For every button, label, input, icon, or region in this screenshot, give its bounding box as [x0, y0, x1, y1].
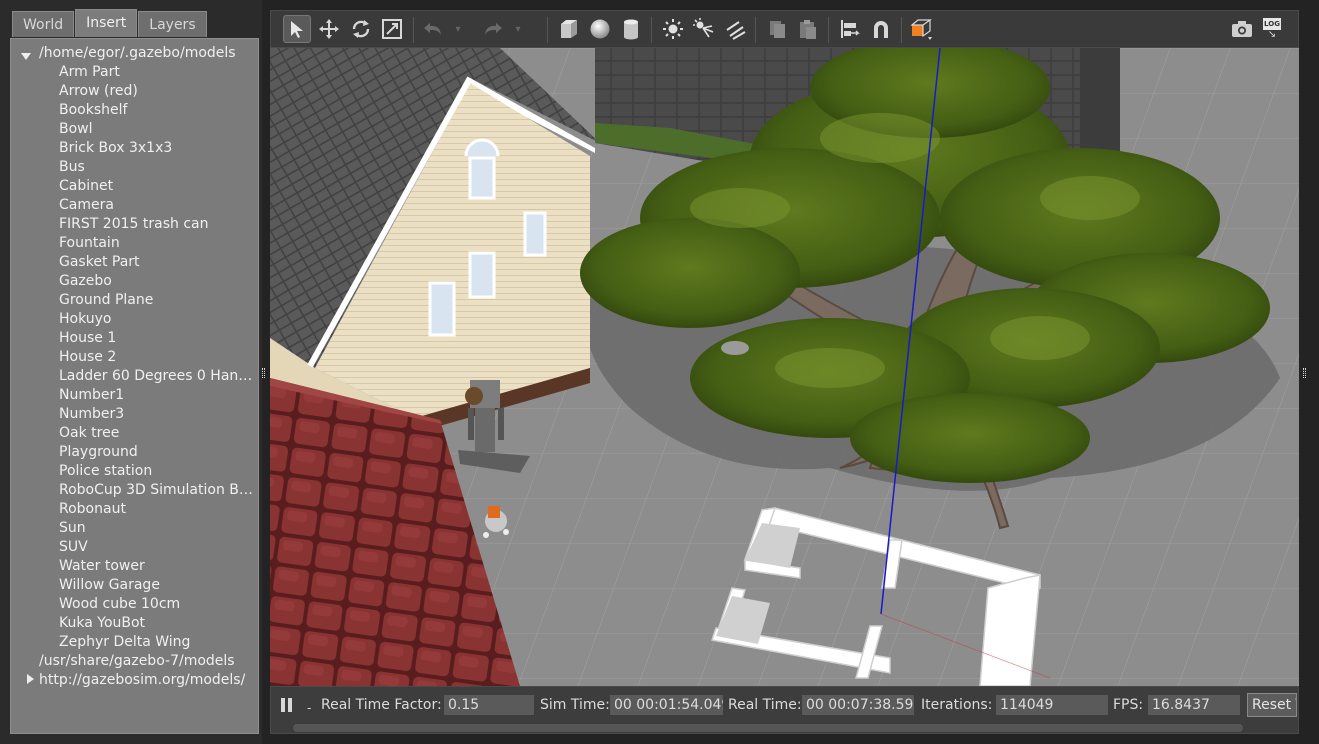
scene-viewport[interactable]: [270, 48, 1299, 686]
model-list-item[interactable]: Bookshelf: [59, 101, 255, 120]
redo-dropdown-icon[interactable]: ▾: [511, 15, 525, 43]
rotate-mode-icon[interactable]: [347, 15, 375, 43]
select-mode-icon[interactable]: [283, 15, 311, 43]
model-list-item[interactable]: Arm Part: [59, 63, 255, 82]
sim-time-value: 00 00:01:54.049: [610, 695, 723, 715]
model-list-item[interactable]: Zephyr Delta Wing: [59, 633, 255, 652]
right-splitter-handle[interactable]: [1303, 368, 1306, 378]
model-list-item[interactable]: Oak tree: [59, 424, 255, 443]
pause-icon[interactable]: [281, 698, 293, 712]
model-list-item[interactable]: Cabinet: [59, 177, 255, 196]
model-list-item[interactable]: House 2: [59, 348, 255, 367]
model-list-item[interactable]: RoboCup 3D Simulation Ball: [59, 481, 255, 500]
scene-render[interactable]: [270, 48, 1299, 686]
scale-mode-icon[interactable]: [378, 15, 406, 43]
tab-layers[interactable]: Layers: [138, 11, 207, 37]
redo-icon[interactable]: [479, 15, 507, 43]
model-list-item[interactable]: House 1: [59, 329, 255, 348]
model-list-item[interactable]: Willow Garage: [59, 576, 255, 595]
model-list-item[interactable]: Fountain: [59, 234, 255, 253]
toolbar: ▾ ▾ LOG ↘: [270, 10, 1299, 48]
model-list-item[interactable]: Wood cube 10cm: [59, 595, 255, 614]
status-bar: - Real Time Factor: 0.15 Sim Time: 00 00…: [270, 686, 1299, 734]
model-list-item[interactable]: Police station: [59, 462, 255, 481]
model-list-item[interactable]: Hokuyo: [59, 310, 255, 329]
spot-light-icon[interactable]: [690, 15, 718, 43]
sphere-shape-icon[interactable]: [586, 15, 614, 43]
model-list-item[interactable]: Bus: [59, 158, 255, 177]
tab-insert[interactable]: Insert: [75, 9, 138, 37]
tab-world[interactable]: World: [12, 11, 75, 37]
model-list-item[interactable]: Kuka YouBot: [59, 614, 255, 633]
real-time-label: Real Time:: [728, 697, 802, 713]
iterations-label: Iterations:: [921, 697, 993, 713]
model-list-item[interactable]: Number3: [59, 405, 255, 424]
horizontal-scrollbar[interactable]: [293, 724, 1243, 732]
step-button[interactable]: -: [307, 699, 311, 717]
left-panel: World Insert Layers /home/egor/.gazebo/m…: [0, 0, 262, 744]
snap-icon[interactable]: [867, 15, 895, 43]
directional-light-icon[interactable]: [721, 15, 749, 43]
model-list-item[interactable]: SUV: [59, 538, 255, 557]
model-list-item[interactable]: Sun: [59, 519, 255, 538]
point-light-icon[interactable]: [659, 15, 687, 43]
model-list-item[interactable]: Brick Box 3x1x3: [59, 139, 255, 158]
copy-icon[interactable]: [763, 15, 791, 43]
model-list-item[interactable]: FIRST 2015 trash can: [59, 215, 255, 234]
model-tree: /home/egor/.gazebo/models Arm Part Arrow …: [10, 38, 259, 734]
model-list-item[interactable]: Number1: [59, 386, 255, 405]
view-angle-icon[interactable]: [908, 15, 936, 43]
tree-folder-remote[interactable]: http://gazebosim.org/models/: [39, 671, 245, 690]
model-list-item[interactable]: Gazebo: [59, 272, 255, 291]
fps-label: FPS:: [1113, 697, 1144, 713]
model-list-item[interactable]: Gasket Part: [59, 253, 255, 272]
undo-dropdown-icon[interactable]: ▾: [451, 15, 465, 43]
iterations-value: 114049: [996, 695, 1108, 715]
screenshot-icon[interactable]: [1228, 15, 1256, 43]
tree-folder-system[interactable]: /usr/share/gazebo-7/models: [39, 652, 235, 671]
model-list-item[interactable]: Bowl: [59, 120, 255, 139]
undo-icon[interactable]: [419, 15, 447, 43]
model-list-item[interactable]: Camera: [59, 196, 255, 215]
fps-value: 16.8437: [1148, 695, 1240, 715]
real-time-factor-value: 0.15: [444, 695, 534, 715]
model-list-item[interactable]: Water tower: [59, 557, 255, 576]
model-list-item[interactable]: Arrow (red): [59, 82, 255, 101]
sim-time-label: Sim Time:: [540, 697, 610, 713]
model-list-item[interactable]: Ladder 60 Degrees 0 Han…: [59, 367, 255, 386]
reset-time-button[interactable]: Reset Time: [1247, 693, 1297, 717]
model-list-item[interactable]: Robonaut: [59, 500, 255, 519]
panel-tabs: World Insert Layers: [12, 9, 208, 37]
gazebo-window: World Insert Layers /home/egor/.gazebo/m…: [0, 0, 1319, 744]
model-list-item[interactable]: Ground Plane: [59, 291, 255, 310]
model-list-item[interactable]: Playground: [59, 443, 255, 462]
box-shape-icon[interactable]: [555, 15, 583, 43]
paste-icon[interactable]: [794, 15, 822, 43]
left-splitter-handle[interactable]: [262, 368, 265, 378]
tree-folder-local[interactable]: /home/egor/.gazebo/models: [39, 44, 236, 63]
translate-mode-icon[interactable]: [315, 15, 343, 43]
real-time-value: 00 00:07:38.596: [802, 695, 914, 715]
real-time-factor-label: Real Time Factor:: [321, 697, 442, 713]
align-icon[interactable]: [836, 15, 864, 43]
collapse-arrow-icon[interactable]: [27, 674, 34, 684]
log-icon[interactable]: LOG ↘: [1258, 15, 1286, 43]
expand-arrow-icon[interactable]: [21, 53, 31, 60]
cylinder-shape-icon[interactable]: [617, 15, 645, 43]
